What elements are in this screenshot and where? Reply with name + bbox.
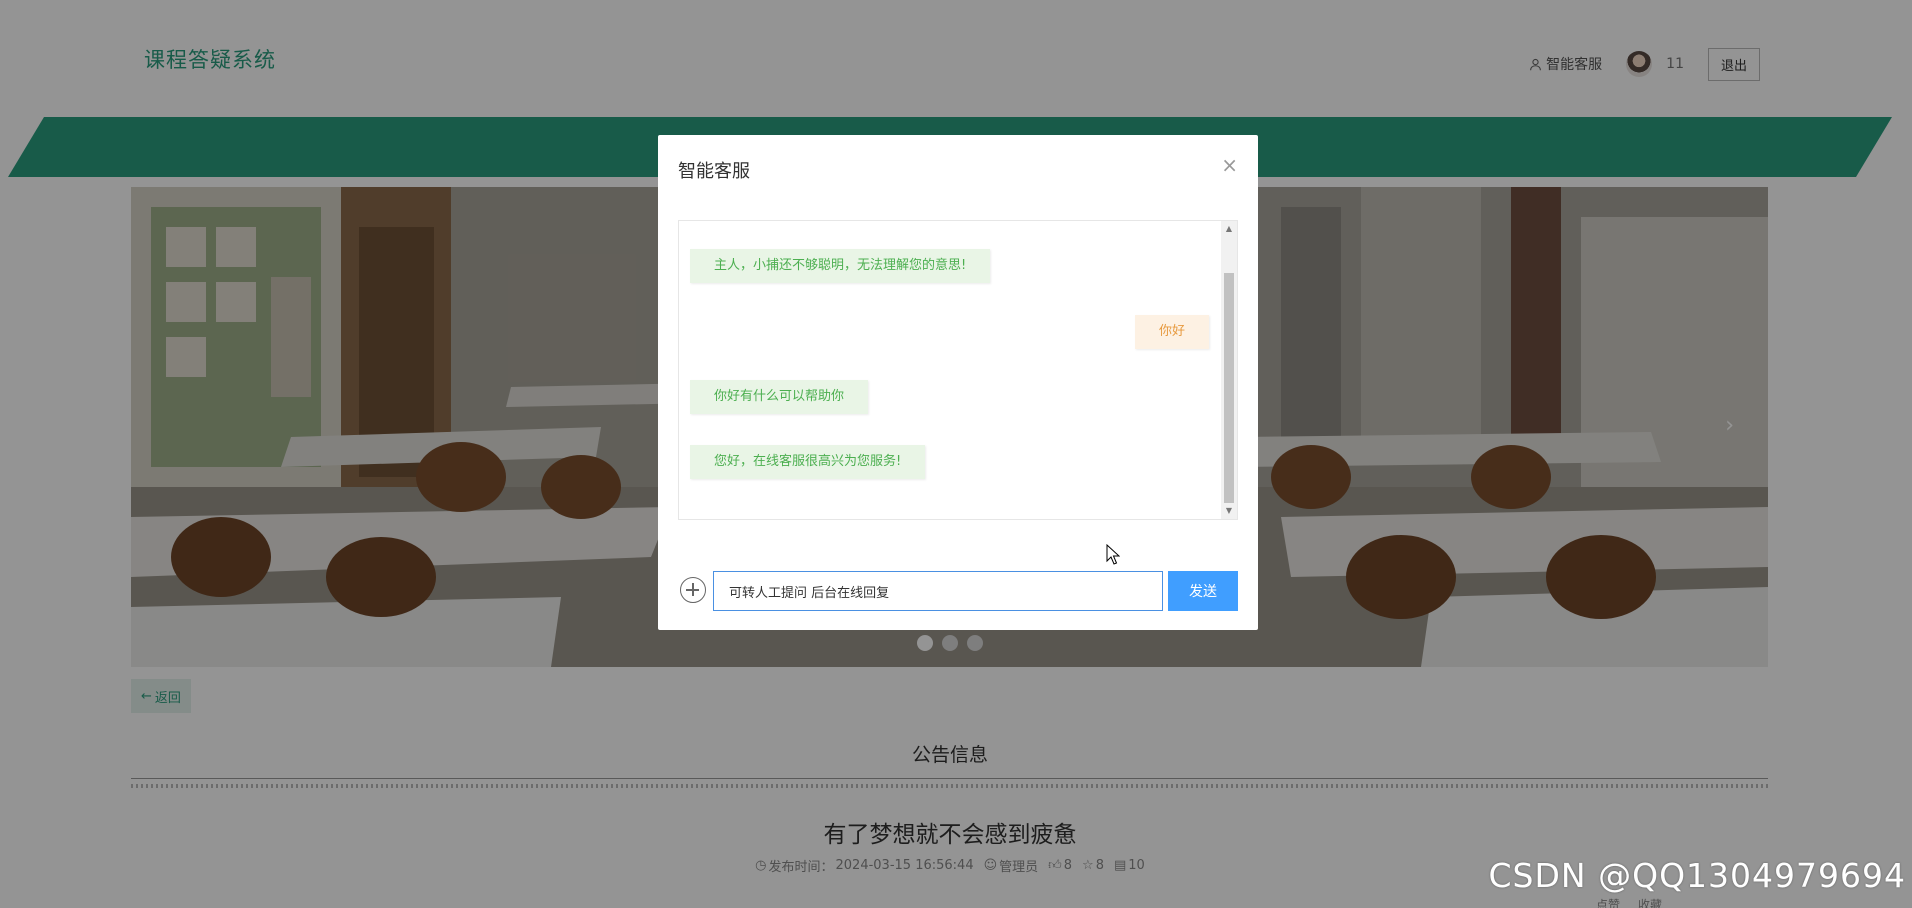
plus-circle-icon[interactable]	[680, 577, 706, 603]
dialog-title: 智能客服	[678, 161, 750, 182]
scroll-down-arrow-icon[interactable]: ▼	[1221, 503, 1237, 519]
close-icon[interactable]: ×	[1221, 153, 1238, 177]
send-button[interactable]: 发送	[1168, 571, 1238, 611]
user-message: 你好	[1134, 315, 1209, 349]
mouse-cursor-icon	[1106, 544, 1120, 565]
bot-message: 主人，小捕还不够聪明，无法理解您的意思!	[690, 249, 991, 283]
bot-message: 你好有什么可以帮助你	[690, 380, 869, 414]
scroll-thumb[interactable]	[1224, 273, 1234, 503]
bot-message: 您好，在线客服很高兴为您服务!	[690, 445, 926, 479]
scroll-up-arrow-icon[interactable]: ▲	[1221, 221, 1237, 237]
chat-scrollbar[interactable]: ▲ ▼	[1221, 221, 1237, 519]
watermark: CSDN @QQ1304979694	[1488, 856, 1906, 895]
chat-message-input[interactable]	[713, 571, 1163, 611]
chat-dialog: 智能客服 × 主人，小捕还不够聪明，无法理解您的意思! 你好 你好有什么可以帮助…	[658, 135, 1258, 630]
chat-history[interactable]: 主人，小捕还不够聪明，无法理解您的意思! 你好 你好有什么可以帮助你 您好，在线…	[678, 220, 1238, 520]
chat-input-row: 发送	[678, 569, 1238, 611]
